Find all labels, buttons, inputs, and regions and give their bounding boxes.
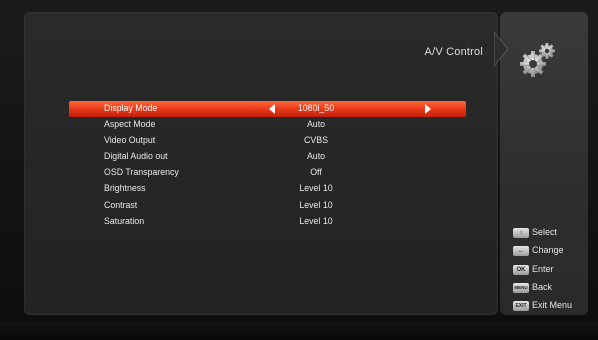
menu-row-label: Video Output [104,135,156,146]
gears-icon [520,43,555,77]
page-title: A/V Control [424,46,483,58]
arrow-left-icon[interactable] [269,104,275,114]
menu-row-label: Display Mode [104,103,158,113]
menu-row-label: Aspect Mode [104,119,156,130]
menu-key-icon: MENU [513,282,529,293]
menu-row-label: Digital Audio out [104,151,168,162]
menu-row-value: Level 10 [299,199,333,210]
legend-change: ↔ Change [513,245,593,263]
menu-row-label: Saturation [104,215,145,226]
menu-row-video-output[interactable]: Video Output CVBS [69,133,466,149]
menu-row-saturation[interactable]: Saturation Level 10 [69,214,466,230]
exit-key-icon: EXIT [513,301,529,312]
legend-label: Select [532,227,558,237]
menu-row-label: Contrast [104,199,138,210]
legend-label: Exit Menu [532,300,573,311]
settings-menu: Display Mode 1080i_50 Aspect Mode Auto V… [69,101,466,230]
legend-enter: OK Enter [513,264,593,282]
menu-row-value: Auto [306,119,326,130]
menu-row-display-mode[interactable]: Display Mode 1080i_50 [69,101,466,118]
menu-row-label: OSD Transparency [104,167,179,178]
legend-exit-menu: EXIT Exit Menu [513,300,593,318]
ok-key-icon: OK [513,264,529,275]
legend-select: ↕ Select [513,227,593,245]
legend-label: Enter [532,263,554,274]
menu-row-value: CVBS [304,135,328,146]
title-pointer-icon [494,32,509,66]
menu-row-contrast[interactable]: Contrast Level 10 [69,198,466,214]
menu-row-osd-transparency[interactable]: OSD Transparency Off [69,165,466,181]
key-legend: ↕ Select ↔ Change OK Enter MENU Back EXI… [513,227,593,318]
menu-row-value: Off [310,167,322,178]
menu-row-value: Auto [306,151,326,162]
menu-row-aspect-mode[interactable]: Aspect Mode Auto [69,117,466,133]
legend-label: Change [532,245,564,256]
legend-label: Back [532,281,553,292]
updown-key-icon: ↕ [513,228,529,238]
menu-row-value: Level 10 [299,183,333,194]
menu-row-digital-audio-out[interactable]: Digital Audio out Auto [69,149,466,165]
leftright-key-icon: ↔ [513,246,529,257]
legend-back: MENU Back [513,282,593,300]
menu-row-label: Brightness [104,183,146,194]
bottom-bezel [0,322,598,340]
menu-row-brightness[interactable]: Brightness Level 10 [69,181,466,197]
arrow-right-icon[interactable] [425,104,431,114]
menu-row-value: 1080i_50 [297,103,335,113]
menu-row-value: Level 10 [299,215,333,226]
